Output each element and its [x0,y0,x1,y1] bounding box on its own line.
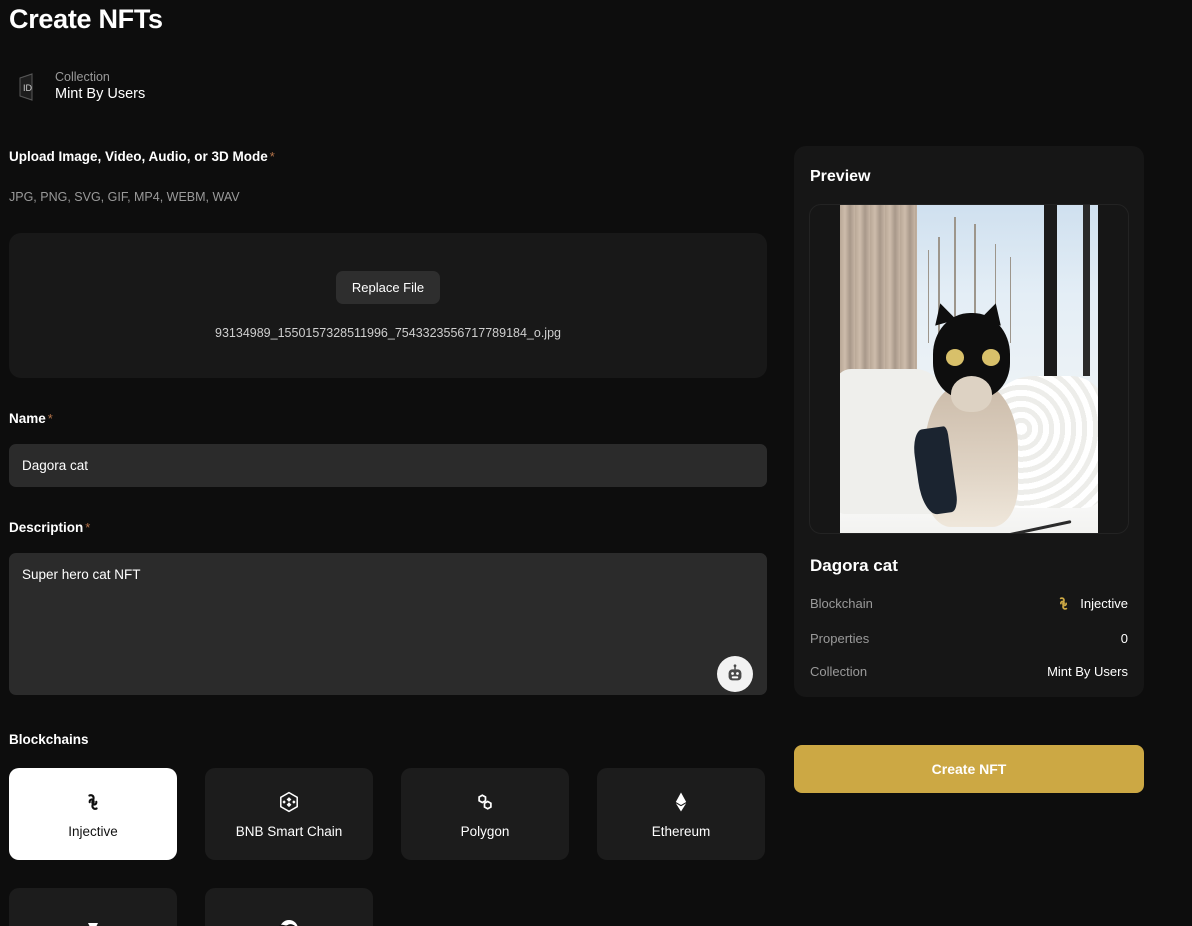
blockchain-label-injective: Injective [68,823,118,839]
preview-value-collection: Mint By Users [1047,664,1128,679]
ai-robot-icon[interactable] [717,656,753,692]
create-nft-button[interactable]: Create NFT [794,745,1144,793]
preview-title: Preview [810,168,871,185]
page-title: Create NFTs [9,4,163,34]
blockchain-card-klaytn[interactable] [9,888,177,926]
blockchain-card-sui[interactable] [205,888,373,926]
uploaded-file-name: 93134989_1550157328511996_75433235567177… [215,326,561,340]
preview-key-collection: Collection [810,664,868,679]
bnb-icon [277,790,301,814]
upload-label-row: Upload Image, Video, Audio, or 3D Mode * [9,148,767,166]
preview-row-blockchain: Blockchain Injective [809,594,1129,613]
description-required-marker: * [85,520,91,535]
nft-artwork [840,205,1098,533]
name-required-marker: * [47,411,53,426]
description-label-row: Description * [9,519,767,537]
blockchain-card-ethereum[interactable]: Ethereum [597,768,765,860]
preview-row-collection: Collection Mint By Users [809,664,1129,679]
preview-blockchain-text: Injective [1080,596,1128,611]
blockchain-grid: Injective BNB Smart Chain Polygon Ethere… [9,768,767,926]
injective-icon [81,790,105,814]
upload-label: Upload Image, Video, Audio, or 3D Mode [9,149,268,164]
injective-icon [1054,594,1073,613]
preview-row-properties: Properties 0 [809,631,1129,646]
collection-name: Mint By Users [55,86,146,103]
polygon-icon [473,790,497,814]
preview-key-properties: Properties [810,631,870,646]
collection-row[interactable]: ID Collection Mint By Users [9,70,145,104]
upload-dropzone[interactable]: Replace File 93134989_1550157328511996_7… [9,233,767,378]
svg-text:ID: ID [23,83,33,93]
blockchain-label-bnb: BNB Smart Chain [235,823,343,839]
upload-formats-hint: JPG, PNG, SVG, GIF, MP4, WEBM, WAV [9,190,240,204]
preview-image-frame [809,204,1129,534]
sui-icon [277,917,301,926]
preview-value-properties: 0 [1120,631,1128,646]
preview-panel: Preview Dagora cat Blockchain Injective … [794,146,1144,697]
description-wrapper [9,553,767,700]
preview-value-blockchain: Injective [1054,594,1128,613]
collection-label: Collection [55,69,110,84]
name-label-row: Name * [9,410,767,428]
create-nft-page: Create NFTs ID Collection Mint By Users … [0,0,1192,926]
upload-required-marker: * [269,149,275,164]
klaytn-icon [81,917,105,926]
ethereum-icon [669,790,693,814]
collection-meta: Collection Mint By Users [55,69,146,104]
blockchain-label-ethereum: Ethereum [651,823,711,839]
preview-nft-name: Dagora cat [810,556,898,575]
replace-file-button[interactable]: Replace File [335,271,441,304]
blockchain-label-polygon: Polygon [460,823,510,839]
form-column: Upload Image, Video, Audio, or 3D Mode * … [9,148,767,926]
blockchain-card-polygon[interactable]: Polygon [401,768,569,860]
description-label: Description [9,520,84,535]
preview-key-blockchain: Blockchain [810,596,873,611]
collection-cube-icon: ID [9,70,43,104]
blockchains-label: Blockchains [9,732,89,747]
name-input[interactable] [9,444,767,487]
description-input[interactable] [9,553,767,695]
blockchain-card-injective[interactable]: Injective [9,768,177,860]
blockchain-card-bnb[interactable]: BNB Smart Chain [205,768,373,860]
name-label: Name [9,411,46,426]
